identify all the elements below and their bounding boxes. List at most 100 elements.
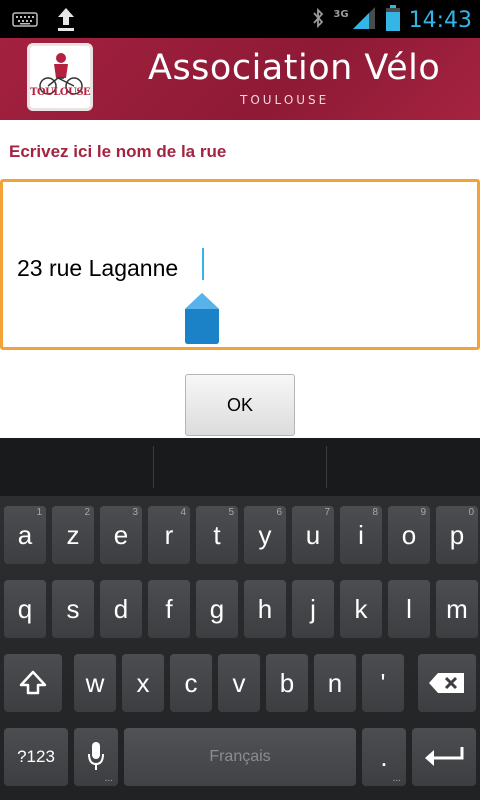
key-x[interactable]: x [122, 654, 164, 712]
key-label: l [406, 593, 412, 624]
key-number-hint: 9 [420, 507, 426, 518]
key-apostrophe[interactable]: ' [362, 654, 404, 712]
key-number-hint: 2 [84, 507, 90, 518]
backspace-key[interactable] [418, 654, 476, 712]
ok-button[interactable]: OK [185, 374, 295, 436]
key-f[interactable]: f [148, 580, 190, 638]
suggestion-strip[interactable] [0, 438, 480, 496]
key-label: v [232, 667, 246, 698]
logo-text: TOULOUSE [30, 87, 91, 98]
key-t[interactable]: t5 [196, 506, 238, 564]
key-label: ' [380, 667, 386, 698]
key-y[interactable]: y6 [244, 506, 286, 564]
key-number-hint: 5 [228, 507, 234, 518]
key-label: g [209, 593, 225, 624]
clock: 14:43 [408, 7, 472, 33]
key-label: s [66, 593, 80, 624]
key-l[interactable]: l [388, 580, 430, 638]
enter-icon [425, 747, 464, 766]
shift-key[interactable] [4, 654, 62, 712]
key-label: o [401, 519, 417, 550]
key-label: c [184, 667, 198, 698]
key-label: m [446, 593, 468, 624]
key-e[interactable]: e3 [100, 506, 142, 564]
period-key[interactable]: . ... [362, 728, 406, 786]
key-k[interactable]: k [340, 580, 382, 638]
key-q[interactable]: q [4, 580, 46, 638]
key-u[interactable]: u7 [292, 506, 334, 564]
key-a[interactable]: a1 [4, 506, 46, 564]
key-m[interactable]: m [436, 580, 478, 638]
key-label: b [279, 667, 295, 698]
key-label: i [358, 519, 364, 550]
key-label: w [85, 667, 105, 698]
street-prompt-label: Ecrivez ici le nom de la rue [9, 142, 227, 161]
signal-icon [351, 5, 377, 35]
status-bar: 3G 14:43 [0, 0, 480, 38]
key-number-hint: 8 [372, 507, 378, 518]
app-subtitle: TOULOUSE [240, 93, 330, 107]
upload-icon [56, 6, 76, 36]
key-label: p [449, 519, 465, 550]
key-c[interactable]: c [170, 654, 212, 712]
key-number-hint: 1 [36, 507, 42, 518]
app-header: TOULOUSE Association Vélo TOULOUSE [0, 38, 480, 120]
key-label: e [113, 519, 129, 550]
key-number-hint: 0 [468, 507, 474, 518]
network-type: 3G [333, 8, 349, 20]
enter-key[interactable] [412, 728, 476, 786]
text-cursor [202, 248, 204, 280]
cursor-handle-icon[interactable] [181, 291, 223, 347]
key-number-hint: 6 [276, 507, 282, 518]
key-n[interactable]: n [314, 654, 356, 712]
key-w[interactable]: w [74, 654, 116, 712]
street-input-value: 23 rue Laganne [17, 255, 179, 281]
bluetooth-icon [311, 6, 325, 34]
key-label: k [354, 593, 368, 624]
key-label: j [310, 593, 316, 624]
key-label: z [66, 519, 80, 550]
key-s[interactable]: s [52, 580, 94, 638]
key-p[interactable]: p0 [436, 506, 478, 564]
key-label: y [258, 519, 272, 550]
key-number-hint: 7 [324, 507, 330, 518]
voice-input-key[interactable]: ... [74, 728, 118, 786]
key-label: t [213, 519, 221, 550]
key-label: f [165, 593, 173, 624]
key-o[interactable]: o9 [388, 506, 430, 564]
key-label: n [327, 667, 343, 698]
key-g[interactable]: g [196, 580, 238, 638]
street-input[interactable]: 23 rue Laganne [0, 179, 480, 350]
key-v[interactable]: v [218, 654, 260, 712]
battery-icon [385, 4, 401, 36]
key-d[interactable]: d [100, 580, 142, 638]
key-label: r [164, 519, 174, 550]
period-key-label: . [380, 741, 388, 772]
soft-keyboard: ?123 ... Français . ... a1z2e3r4t5y6u7i8… [0, 438, 480, 800]
key-label: x [136, 667, 150, 698]
form-area: Ecrivez ici le nom de la rue 23 rue Laga… [0, 120, 480, 438]
key-z[interactable]: z2 [52, 506, 94, 564]
microphone-icon [88, 742, 104, 770]
shift-icon [19, 670, 47, 695]
key-r[interactable]: r4 [148, 506, 190, 564]
backspace-icon [429, 673, 464, 693]
voice-key-hint: ... [104, 773, 113, 784]
keyboard-icon [12, 10, 38, 32]
key-number-hint: 4 [180, 507, 186, 518]
key-number-hint: 3 [132, 507, 138, 518]
key-label: h [257, 593, 273, 624]
key-label: q [17, 593, 33, 624]
space-key[interactable]: Français [124, 728, 356, 786]
key-label: d [113, 593, 129, 624]
key-label: a [17, 519, 33, 550]
key-b[interactable]: b [266, 654, 308, 712]
key-label: u [305, 519, 321, 550]
key-j[interactable]: j [292, 580, 334, 638]
key-i[interactable]: i8 [340, 506, 382, 564]
key-h[interactable]: h [244, 580, 286, 638]
app-title: Association Vélo [148, 48, 441, 88]
symbols-key[interactable]: ?123 [4, 728, 68, 786]
period-key-hint: ... [392, 773, 401, 784]
app-logo: TOULOUSE [27, 43, 93, 111]
